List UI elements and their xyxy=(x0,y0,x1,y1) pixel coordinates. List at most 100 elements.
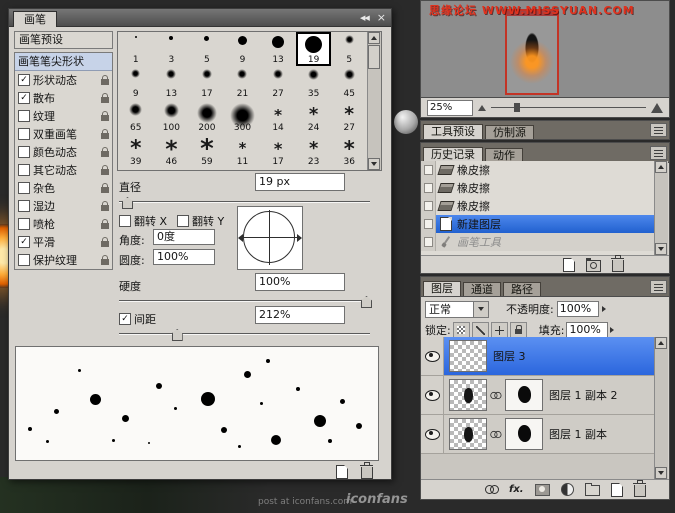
opacity-value[interactable]: 100% xyxy=(556,301,599,317)
scroll-up-button[interactable] xyxy=(655,161,667,173)
brush-preset-19[interactable]: 19 xyxy=(295,32,332,66)
adjustment-layer-icon[interactable] xyxy=(560,483,574,496)
brush-preset-14[interactable]: * 14 xyxy=(260,100,296,134)
lock-icon[interactable] xyxy=(101,254,109,265)
layer-thumbnail[interactable] xyxy=(449,418,487,450)
lock-icon[interactable] xyxy=(101,146,109,157)
brush-preset-21[interactable]: 21 xyxy=(225,66,261,100)
opacity-spinner-icon[interactable] xyxy=(601,306,606,312)
tab-channels[interactable]: 通道 xyxy=(463,282,501,296)
brush-preset-200[interactable]: 200 xyxy=(189,100,225,134)
brush-preset-17[interactable]: 17 xyxy=(189,66,225,100)
brush-preset-1[interactable]: 1 xyxy=(118,32,154,66)
slider-handle[interactable] xyxy=(171,329,183,341)
spacing-slider[interactable] xyxy=(119,328,370,341)
new-layer-icon[interactable] xyxy=(610,482,623,497)
layer-row[interactable]: 图层 3 xyxy=(421,337,655,376)
sidebar-item-brush-presets[interactable]: 画笔预设 xyxy=(14,31,113,49)
brush-preset-24[interactable]: * 24 xyxy=(296,100,332,134)
new-group-icon[interactable] xyxy=(584,483,600,496)
link-layers-icon[interactable] xyxy=(485,485,499,494)
collapse-panel-icon[interactable]: ◀◀ xyxy=(360,14,370,22)
brush-preset-13[interactable]: 13 xyxy=(154,66,190,100)
brush-grid-scrollbar[interactable] xyxy=(367,32,381,170)
brush-preset-23[interactable]: * 23 xyxy=(296,134,332,168)
history-source-well[interactable] xyxy=(421,215,436,233)
brush-preset-5[interactable]: 5 xyxy=(331,32,367,66)
visibility-toggle[interactable] xyxy=(421,337,444,375)
history-source-well[interactable] xyxy=(421,179,436,197)
delete-brush-icon[interactable] xyxy=(360,462,373,479)
lock-position-button[interactable] xyxy=(490,322,508,338)
lock-icon[interactable] xyxy=(101,218,109,229)
zoom-slider[interactable] xyxy=(491,103,646,112)
brushes-panel-titlebar[interactable]: 画笔 ◀◀ × xyxy=(9,9,391,27)
checkbox[interactable] xyxy=(18,128,30,140)
checkbox[interactable] xyxy=(18,110,30,122)
lock-icon[interactable] xyxy=(101,110,109,121)
close-panel-icon[interactable]: × xyxy=(377,12,386,23)
flip-x-checkbox[interactable]: 翻转 X xyxy=(119,213,167,229)
lock-all-button[interactable] xyxy=(509,322,527,338)
spacing-checkbox[interactable]: 间距 xyxy=(119,311,156,327)
sidebar-item-brush-tip-shape[interactable]: 画笔笔尖形状 xyxy=(15,53,112,71)
lock-transparent-pixels-button[interactable] xyxy=(452,322,470,338)
lock-icon[interactable] xyxy=(101,74,109,85)
brush-option[interactable]: 保护纹理 xyxy=(15,251,112,269)
checkbox[interactable] xyxy=(18,74,30,86)
layer-row[interactable]: 图层 1 副本 xyxy=(421,415,655,454)
layers-scrollbar[interactable] xyxy=(654,337,668,479)
delete-state-icon[interactable] xyxy=(611,255,624,272)
navigator-thumbnail[interactable] xyxy=(505,9,559,95)
new-document-from-state-icon[interactable] xyxy=(563,257,575,272)
layer-mask-thumbnail[interactable] xyxy=(505,379,543,411)
add-layer-mask-icon[interactable] xyxy=(534,483,550,496)
layer-row[interactable]: 图层 1 副本 2 xyxy=(421,376,655,415)
history-state[interactable]: 橡皮擦 xyxy=(421,179,655,197)
angle-roundness-control[interactable] xyxy=(237,206,303,270)
layer-style-icon[interactable]: fx. xyxy=(509,484,524,495)
panel-menu-icon[interactable] xyxy=(650,280,667,294)
brush-preset-36[interactable]: * 36 xyxy=(331,134,367,168)
checkbox[interactable] xyxy=(18,146,30,158)
lock-image-pixels-button[interactable] xyxy=(471,322,489,338)
scroll-up-button[interactable] xyxy=(368,32,380,44)
diameter-value[interactable]: 19 px xyxy=(255,173,345,191)
brush-option[interactable]: 散布 xyxy=(15,89,112,107)
zoom-out-icon[interactable] xyxy=(478,104,486,111)
brush-option[interactable]: 纹理 xyxy=(15,107,112,125)
scroll-down-button[interactable] xyxy=(655,243,667,255)
checkbox[interactable] xyxy=(177,215,189,227)
checkbox[interactable] xyxy=(18,92,30,104)
brush-option[interactable]: 湿边 xyxy=(15,197,112,215)
zoom-value[interactable]: 25% xyxy=(427,99,473,116)
scroll-down-button[interactable] xyxy=(655,467,667,479)
lock-icon[interactable] xyxy=(101,182,109,193)
spacing-value[interactable]: 212% xyxy=(255,306,345,324)
tab-history[interactable]: 历史记录 xyxy=(423,147,483,162)
slider-handle[interactable] xyxy=(122,197,133,209)
history-state[interactable]: 橡皮擦 xyxy=(421,197,655,215)
flip-y-checkbox[interactable]: 翻转 Y xyxy=(177,213,224,229)
brush-preset-65[interactable]: 65 xyxy=(118,100,154,134)
fill-spinner-icon[interactable] xyxy=(610,327,615,333)
panel-menu-icon[interactable] xyxy=(650,123,667,137)
brush-preset-300[interactable]: 300 xyxy=(225,100,261,134)
brush-option[interactable]: 平滑 xyxy=(15,233,112,251)
visibility-toggle[interactable] xyxy=(421,415,444,453)
blend-mode-select[interactable]: 正常 xyxy=(425,300,489,318)
brush-preset-9[interactable]: 9 xyxy=(118,66,154,100)
tab-paths[interactable]: 路径 xyxy=(503,282,541,296)
roundness-value[interactable]: 100% xyxy=(153,249,215,265)
brush-preset-11[interactable]: * 11 xyxy=(225,134,261,168)
checkbox[interactable] xyxy=(119,215,131,227)
brush-preset-100[interactable]: 100 xyxy=(154,100,190,134)
brush-option[interactable]: 形状动态 xyxy=(15,71,112,89)
checkbox[interactable] xyxy=(119,313,131,325)
history-scrollbar[interactable] xyxy=(654,161,668,255)
fill-value[interactable]: 100% xyxy=(566,322,609,338)
zoom-in-icon[interactable] xyxy=(651,102,663,113)
brush-preset-39[interactable]: * 39 xyxy=(118,134,154,168)
checkbox[interactable] xyxy=(18,236,30,248)
history-source-well[interactable] xyxy=(421,161,436,179)
